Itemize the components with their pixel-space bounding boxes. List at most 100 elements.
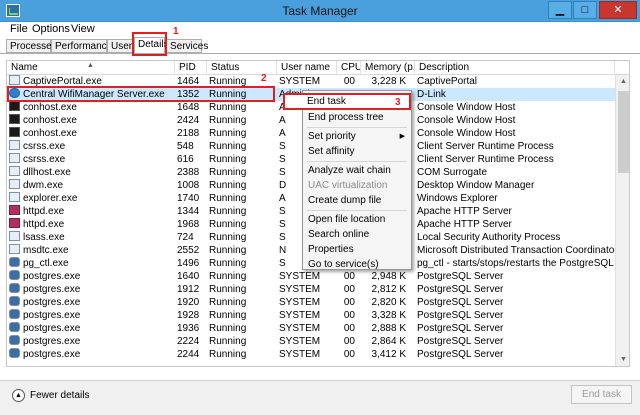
menu-end-task[interactable]: End task [307, 96, 346, 107]
process-pid: 1008 [177, 180, 200, 191]
menu-go-to-services[interactable]: Go to service(s) [305, 258, 409, 272]
process-name: httpd.exe [9, 205, 175, 218]
process-description: Console Window Host [417, 128, 516, 139]
column-description[interactable]: Description [415, 61, 615, 75]
process-name: conhost.exe [9, 101, 175, 114]
table-row[interactable]: postgres.exe 2244 Running SYSTEM 00 3,412 K Po… [7, 348, 615, 361]
menu-set-priority-label: Set priority [308, 131, 356, 142]
menu-create-dump-file[interactable]: Create dump file [305, 194, 409, 208]
process-description: CaptivePortal [417, 76, 478, 87]
menu-properties[interactable]: Properties [305, 243, 409, 257]
column-user-name[interactable]: User name [277, 61, 337, 75]
menu-view[interactable]: View [71, 23, 95, 35]
app-icon [9, 166, 20, 176]
vertical-scrollbar[interactable]: ▲ ▼ [615, 75, 629, 366]
scroll-up-icon[interactable]: ▲ [616, 75, 629, 88]
process-pid: 1344 [177, 206, 200, 217]
tab-processes[interactable]: Processes [6, 39, 57, 53]
menu-analyze-wait-chain[interactable]: Analyze wait chain [305, 164, 409, 178]
process-pid: 1936 [177, 323, 200, 334]
process-status: Running [209, 102, 247, 113]
process-name: postgres.exe [9, 296, 175, 309]
minimize-button[interactable]: ▁ [548, 1, 572, 19]
menu-set-affinity[interactable]: Set affinity [305, 145, 409, 159]
process-name: csrss.exe [9, 153, 175, 166]
menu-open-file-location[interactable]: Open file location [305, 213, 409, 227]
elephant-icon [9, 257, 20, 267]
process-name-text: postgres.exe [23, 349, 81, 360]
step-1-label: 1 [173, 26, 179, 37]
process-name-text: postgres.exe [23, 336, 81, 347]
process-name-text: postgres.exe [23, 310, 81, 321]
apache-icon [9, 218, 20, 228]
process-description: PostgreSQL Server [417, 336, 504, 347]
window-title: Task Manager [282, 4, 358, 18]
footer-bar: ▲ Fewer details End task [0, 380, 640, 415]
process-name: postgres.exe [9, 309, 175, 322]
table-row[interactable]: postgres.exe 1912 Running SYSTEM 00 2,812 K Po… [7, 283, 615, 296]
elephant-icon [9, 309, 20, 319]
process-name-text: pg_ctl.exe [23, 258, 69, 269]
process-status: Running [209, 141, 247, 152]
tab-services[interactable]: Services [166, 39, 208, 53]
process-name: csrss.exe [9, 140, 175, 153]
selected-process-highlight [7, 86, 275, 102]
fewer-details-link[interactable]: Fewer details [30, 390, 89, 401]
process-pid: 724 [177, 232, 194, 243]
menu-options[interactable]: Options [32, 23, 70, 35]
process-name-text: httpd.exe [23, 206, 65, 217]
menu-search-online[interactable]: Search online [305, 228, 409, 242]
tabs-divider [0, 53, 640, 54]
process-pid: 1920 [177, 297, 200, 308]
column-cpu[interactable]: CPU [337, 61, 361, 75]
table-row[interactable]: postgres.exe 1936 Running SYSTEM 00 2,888 K Po… [7, 322, 615, 335]
table-row[interactable]: postgres.exe 1920 Running SYSTEM 00 2,820 K Po… [7, 296, 615, 309]
tab-performance[interactable]: Performance [51, 39, 112, 53]
maximize-button[interactable]: □ [573, 1, 597, 19]
chevron-up-icon[interactable]: ▲ [12, 389, 25, 402]
process-name-text: conhost.exe [23, 128, 77, 139]
end-task-button[interactable]: End task [571, 385, 632, 404]
process-description: D-Link [417, 89, 446, 100]
process-description: PostgreSQL Server [417, 310, 504, 321]
process-name-text: csrss.exe [23, 141, 66, 152]
process-description: PostgreSQL Server [417, 323, 504, 334]
process-memory: 2,864 K [371, 336, 406, 347]
table-row[interactable]: postgres.exe 2224 Running SYSTEM 00 2,864 K Po… [7, 335, 615, 348]
process-user: SYSTEM [279, 310, 321, 321]
process-pid: 1740 [177, 193, 200, 204]
process-name: explorer.exe [9, 192, 175, 205]
process-status: Running [209, 336, 247, 347]
column-pid[interactable]: PID [175, 61, 207, 75]
column-headers: Name ▲ PID Status User name CPU Memory (… [7, 61, 629, 75]
process-description: Console Window Host [417, 115, 516, 126]
tab-users[interactable]: Users [107, 39, 137, 53]
scrollbar-thumb[interactable] [618, 91, 629, 173]
console-icon [9, 101, 20, 111]
process-cpu: 00 [343, 297, 355, 308]
details-tab-highlight [132, 32, 167, 56]
table-row[interactable]: postgres.exe 1928 Running SYSTEM 00 3,328 K Po… [7, 309, 615, 322]
elephant-icon [9, 348, 20, 358]
process-name: postgres.exe [9, 270, 175, 283]
menu-end-process-tree[interactable]: End process tree [305, 111, 409, 125]
process-name-text: explorer.exe [23, 193, 78, 204]
process-status: Running [209, 206, 247, 217]
process-name: postgres.exe [9, 335, 175, 348]
column-memory[interactable]: Memory (p... [361, 61, 415, 75]
menu-set-priority[interactable]: Set priority ▶ [305, 130, 409, 144]
process-status: Running [209, 310, 247, 321]
process-description: Desktop Window Manager [417, 180, 535, 191]
process-name-text: postgres.exe [23, 323, 81, 334]
process-pid: 2188 [177, 128, 200, 139]
process-status: Running [209, 323, 247, 334]
process-user: SYSTEM [279, 297, 321, 308]
menu-file[interactable]: File [10, 23, 28, 35]
submenu-arrow-icon: ▶ [399, 133, 405, 140]
scroll-down-icon[interactable]: ▼ [616, 353, 629, 366]
menu-separator [307, 210, 407, 211]
close-button[interactable]: ✕ [599, 1, 637, 19]
process-user: SYSTEM [279, 76, 321, 87]
step-2-label: 2 [261, 73, 267, 84]
process-pid: 1928 [177, 310, 200, 321]
